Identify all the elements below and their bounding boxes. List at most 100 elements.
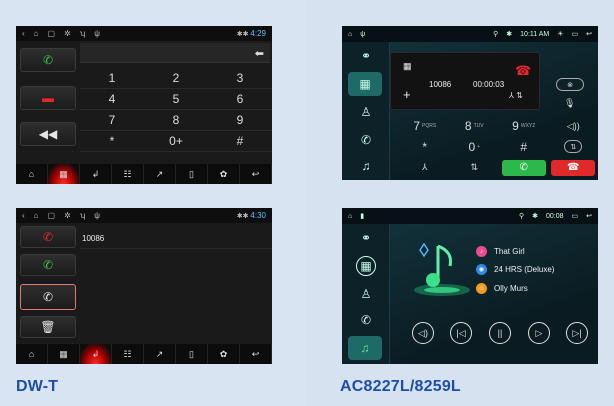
merge-icon[interactable]: ⅄ ⇅: [509, 91, 523, 100]
add-call-icon[interactable]: +: [403, 87, 411, 102]
settings-icon[interactable]: ✿: [208, 164, 240, 184]
home-button-icon[interactable]: ⌂: [16, 164, 48, 184]
back-icon[interactable]: ‹: [22, 211, 25, 220]
missed-calls-button[interactable]: ✆: [20, 226, 76, 248]
key-star[interactable]: *: [80, 131, 144, 152]
link-icon[interactable]: ⚭: [356, 228, 376, 248]
return-icon[interactable]: ↩: [240, 164, 272, 184]
call-log-icon[interactable]: ✆: [356, 130, 376, 150]
brightness-icon[interactable]: ✲: [64, 211, 71, 220]
call-log-entry[interactable]: 10086: [82, 234, 104, 243]
contacts-icon[interactable]: ♙: [356, 102, 376, 122]
back-icon[interactable]: ↩: [586, 212, 592, 220]
phone-device-icon[interactable]: ▯: [176, 344, 208, 364]
key-star[interactable]: *: [400, 137, 450, 158]
key-8[interactable]: 8 TUV: [450, 116, 500, 137]
bluetooth-icon: ✱✱: [236, 213, 251, 220]
key-0[interactable]: 0+: [144, 131, 208, 152]
home-icon[interactable]: ⌂: [348, 31, 352, 38]
usb-icon: ψ: [94, 211, 100, 220]
ac-keypad: 7 PQRS 8 TUV 9 WXYZ ◁)) * 0 + # ⇅ ⅄ ⇅ ✆ ☎: [400, 116, 598, 178]
mic-mute-icon[interactable]: 🎙: [564, 98, 575, 109]
link-icon[interactable]: ⚭: [356, 46, 376, 66]
phone-device-icon[interactable]: ▯: [176, 164, 208, 184]
key-5[interactable]: 5: [144, 89, 208, 110]
delete-button[interactable]: ◀◀: [20, 122, 76, 146]
music-icon[interactable]: ♫: [348, 336, 382, 360]
speaker-icon[interactable]: ◁)): [549, 116, 599, 137]
recent-apps-icon[interactable]: ▭: [572, 212, 579, 220]
backspace-icon[interactable]: ⬅: [255, 47, 264, 60]
key-9[interactable]: 9: [208, 110, 272, 131]
settings-icon[interactable]: ✿: [208, 344, 240, 364]
key-4[interactable]: 4: [80, 89, 144, 110]
call-log-icon[interactable]: ✆: [356, 310, 376, 330]
key-1[interactable]: 1: [80, 68, 144, 89]
call-log-icon[interactable]: ↲: [80, 164, 112, 184]
usb-icon: ψ: [94, 29, 100, 38]
call-transfer-icon[interactable]: ↗: [144, 164, 176, 184]
dialpad-icon[interactable]: ▦: [356, 256, 376, 276]
status-bar: ‹ ⌂ ▢ ✲ ʮ ψ ✱✱ 4:30: [16, 208, 272, 223]
music-icon[interactable]: ♫: [356, 156, 376, 176]
key-8[interactable]: 8: [144, 110, 208, 131]
dialpad-tab-icon[interactable]: ▦: [48, 344, 80, 364]
answer-button[interactable]: ✆: [499, 157, 549, 178]
recent-apps-icon[interactable]: ▢: [48, 29, 56, 38]
dialpad-icon[interactable]: ▦: [348, 72, 382, 96]
pause-icon[interactable]: ||: [489, 322, 511, 344]
swap-call-icon[interactable]: ⇅: [450, 157, 500, 178]
clock: 4:29: [250, 29, 266, 38]
incoming-calls-button[interactable]: ✆: [20, 254, 76, 276]
key-3[interactable]: 3: [208, 68, 272, 89]
key-9[interactable]: 9 WXYZ: [499, 116, 549, 137]
key-hash[interactable]: #: [208, 131, 272, 152]
dialpad-small-icon[interactable]: ▦: [403, 61, 412, 72]
key-6[interactable]: 6: [208, 89, 272, 110]
delete-log-button[interactable]: 🗑: [20, 316, 76, 338]
recent-apps-icon[interactable]: ▢: [48, 211, 56, 220]
home-button-icon[interactable]: ⌂: [16, 344, 48, 364]
dwt-calllog-screen: ‹ ⌂ ▢ ✲ ʮ ψ ✱✱ 4:30 ✆ ✆ ✆ 🗑 10086 ⌂ ▦ ↲ …: [16, 208, 272, 364]
backspace-pill-icon[interactable]: ⊗: [556, 78, 584, 91]
answer-call-button[interactable]: ✆: [20, 48, 76, 72]
back-icon[interactable]: ‹: [22, 29, 25, 38]
ac-sidebar: ⚭ ▦ ♙ ✆ ♫: [342, 42, 390, 180]
call-log-icon[interactable]: ↲: [80, 344, 112, 364]
key-2[interactable]: 2: [144, 68, 208, 89]
track-album: ◉ 24 HRS (Deluxe): [476, 264, 554, 275]
number-input[interactable]: [80, 43, 270, 63]
key-7[interactable]: 7: [80, 110, 144, 131]
brightness-icon[interactable]: ✲: [64, 29, 71, 38]
hangup-button[interactable]: ▬: [20, 86, 76, 110]
key-0[interactable]: 0+: [450, 137, 500, 158]
home-icon[interactable]: ⌂: [34, 29, 39, 38]
previous-track-icon[interactable]: |◁: [450, 322, 472, 344]
home-icon[interactable]: ⌂: [348, 213, 352, 220]
brightness-icon[interactable]: ☀: [557, 30, 563, 38]
hangup-button[interactable]: ☎: [549, 157, 599, 178]
rewind-icon: ◀◀: [38, 127, 58, 141]
home-icon[interactable]: ⌂: [34, 211, 39, 220]
dwt-dialpad-screen: ‹ ⌂ ▢ ✲ ʮ ψ ✱✱ 4:29 ✆ ▬ ◀◀ ⬅ 1 2 3 4 5 6…: [16, 26, 272, 184]
call-transfer-icon[interactable]: ↗: [144, 344, 176, 364]
usb-icon: ψ: [360, 30, 366, 38]
volume-icon[interactable]: ◁): [412, 322, 434, 344]
outgoing-calls-button[interactable]: ✆: [20, 284, 76, 310]
next-track-icon[interactable]: ▷|: [566, 322, 588, 344]
contacts-icon[interactable]: ☷: [112, 164, 144, 184]
recent-apps-icon[interactable]: ▭: [572, 30, 579, 38]
brand-label-dwt: DW-T: [16, 378, 59, 395]
switch-audio-icon[interactable]: ⇅: [549, 137, 599, 158]
key-7[interactable]: 7 PQRS: [400, 116, 450, 137]
dialpad-tab-icon[interactable]: ▦: [48, 164, 80, 184]
ac-sidebar: ⚭ ▦ ♙ ✆ ♫: [342, 224, 390, 364]
key-hash[interactable]: #: [499, 137, 549, 158]
back-icon[interactable]: ↩: [586, 30, 592, 38]
popup-hangup-icon[interactable]: ☎: [515, 63, 531, 79]
contacts-icon[interactable]: ☷: [112, 344, 144, 364]
merge-call-icon[interactable]: ⅄: [400, 157, 450, 178]
play-icon[interactable]: ▷: [528, 322, 550, 344]
return-icon[interactable]: ↩: [240, 344, 272, 364]
contacts-icon[interactable]: ♙: [356, 284, 376, 304]
